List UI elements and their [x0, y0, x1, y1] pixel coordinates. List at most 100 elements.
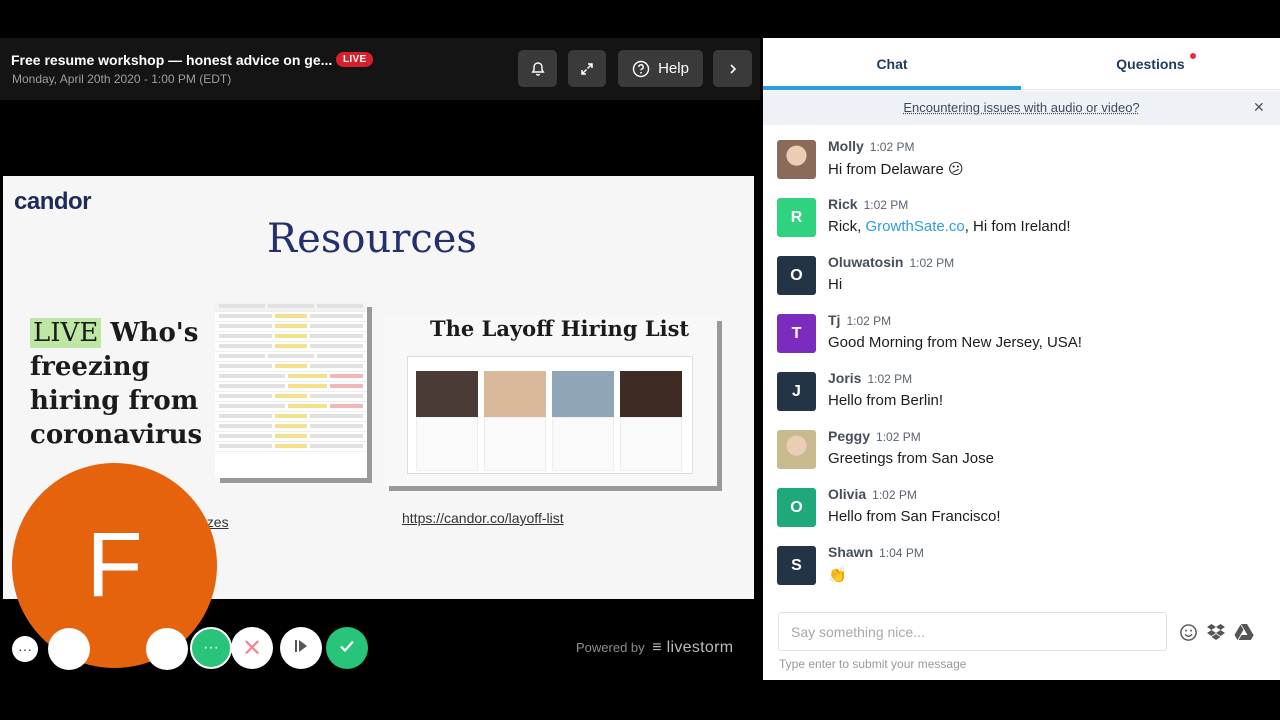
message-timestamp: 1:04 PM — [879, 546, 924, 560]
author-name: Shawn — [828, 544, 874, 560]
message-author: Peggy 1:02 PM — [828, 428, 921, 444]
profile-photo — [552, 371, 614, 417]
accept-button[interactable] — [326, 627, 368, 669]
dropbox-icon[interactable] — [1205, 621, 1227, 643]
message-author: Joris 1:02 PM — [828, 370, 912, 386]
tab-questions[interactable]: Questions — [1021, 38, 1280, 90]
skip-forward-icon — [292, 637, 310, 660]
bell-icon — [530, 61, 546, 77]
message-timestamp: 1:02 PM — [863, 198, 909, 212]
user-avatar[interactable]: S — [777, 546, 816, 585]
question-circle-icon — [632, 60, 650, 78]
author-name: Oluwatosin — [828, 254, 904, 270]
powered-prefix: Powered by — [576, 640, 645, 655]
panel-tabs: Chat Questions — [763, 38, 1280, 90]
event-title: Free resume workshop — honest advice on … — [11, 52, 333, 68]
close-icon: ✕ — [241, 634, 263, 662]
event-date: Monday, April 20th 2020 - 1:00 PM (EDT) — [12, 72, 232, 86]
message-text: Rick, GrowthSate.co, Hi fom Ireland! — [828, 218, 1071, 235]
message-input[interactable] — [779, 613, 1166, 650]
message-text: Greetings from San Jose — [828, 450, 994, 467]
slide-title: Resources — [267, 216, 477, 262]
composer-hint: Type enter to submit your message — [779, 657, 967, 671]
chat-message: O Oluwatosin 1:02 PM Hi — [777, 254, 1267, 306]
chat-message: R Rick 1:02 PM Rick, GrowthSate.co, Hi fom … — [777, 196, 1267, 248]
message-timestamp: 1:02 PM — [869, 140, 915, 154]
chat-message: J Joris 1:02 PM Hello from Berlin! — [777, 370, 1267, 422]
user-avatar[interactable]: T — [777, 314, 816, 353]
emoji-icon[interactable] — [1177, 621, 1199, 643]
collapse-panel-button[interactable] — [713, 50, 752, 87]
message-author: Shawn 1:04 PM — [828, 544, 924, 560]
layoff-list-title: The Layoff Hiring List — [430, 316, 690, 341]
google-drive-icon[interactable] — [1233, 621, 1255, 643]
message-text: Hi — [828, 276, 843, 293]
chat-message: Molly 1:02 PM Hi from Delaware 😕 — [777, 138, 1267, 190]
av-issues-banner: Encountering issues with audio or video?… — [763, 91, 1280, 125]
message-text: Hello from Berlin! — [828, 392, 944, 409]
message-author: Olivia 1:02 PM — [828, 486, 917, 502]
powered-by: Powered by ≡ livestorm — [576, 639, 733, 657]
notifications-button[interactable] — [518, 50, 557, 87]
help-label: Help — [658, 60, 689, 77]
author-name: Tj — [828, 312, 841, 328]
message-text: Hello from San Francisco! — [828, 508, 1001, 525]
event-header: Free resume workshop — honest advice on … — [0, 38, 760, 100]
message-timestamp: 1:02 PM — [867, 372, 913, 386]
user-avatar[interactable]: O — [777, 488, 816, 527]
message-author: Oluwatosin 1:02 PM — [828, 254, 954, 270]
fullscreen-button[interactable] — [568, 50, 606, 87]
tab-chat[interactable]: Chat — [763, 38, 1021, 90]
user-avatar[interactable]: R — [777, 198, 816, 237]
author-name: Molly — [828, 138, 864, 154]
message-timestamp: 1:02 PM — [876, 430, 921, 444]
message-text-part: Rick, — [828, 218, 866, 235]
article-live-tag: LIVE — [30, 318, 102, 348]
ellipsis-icon: ··· — [203, 639, 219, 656]
author-name: Peggy — [828, 428, 871, 444]
skip-button[interactable] — [280, 627, 322, 669]
chat-message: S Shawn 1:04 PM 👏 — [777, 544, 1267, 596]
message-link[interactable]: GrowthSate.co — [866, 218, 965, 235]
chevron-right-icon — [727, 63, 739, 75]
chat-control-button[interactable]: ··· — [190, 627, 232, 669]
chat-message: O Olivia 1:02 PM Hello from San Francisco! — [777, 486, 1267, 538]
message-author: Rick 1:02 PM — [828, 196, 908, 212]
control-button[interactable] — [48, 628, 90, 670]
message-composer — [778, 612, 1167, 651]
layoff-list-link[interactable]: https://candor.co/layoff-list — [402, 510, 564, 526]
user-avatar[interactable] — [777, 140, 816, 179]
user-avatar[interactable] — [777, 430, 816, 469]
checkmark-icon — [338, 637, 356, 660]
presenter-avatar: F — [12, 463, 217, 668]
livestorm-brand-text: livestorm — [666, 639, 734, 656]
message-author: Molly 1:02 PM — [828, 138, 914, 154]
profile-card — [620, 417, 682, 471]
message-text-part: , Hi fom Ireland! — [964, 218, 1071, 235]
user-avatar[interactable]: J — [777, 372, 816, 411]
profile-photo — [416, 371, 478, 417]
message-timestamp: 1:02 PM — [846, 314, 892, 328]
message-timestamp: 1:02 PM — [872, 488, 917, 502]
reject-button[interactable]: ✕ — [231, 627, 273, 669]
author-name: Olivia — [828, 486, 867, 502]
message-text: 👏 — [828, 567, 847, 584]
control-button[interactable] — [146, 628, 188, 670]
close-icon[interactable]: ✕ — [1253, 99, 1265, 116]
user-avatar[interactable]: O — [777, 256, 816, 295]
chat-panel: Chat Questions Encountering issues with … — [763, 38, 1280, 680]
message-text: Good Morning from New Jersey, USA! — [828, 334, 1082, 351]
slide-logo: candor — [14, 188, 92, 215]
author-name: Rick — [828, 196, 858, 212]
more-options-button[interactable]: ··· — [12, 636, 38, 662]
chat-message: Peggy 1:02 PM Greetings from San Jose — [777, 428, 1267, 480]
active-tab-indicator — [763, 86, 1021, 90]
author-name: Joris — [828, 370, 862, 386]
help-button[interactable]: Help — [618, 50, 703, 87]
av-issues-link[interactable]: Encountering issues with audio or video? — [763, 100, 1280, 115]
livestorm-logo: ≡ livestorm — [652, 639, 734, 656]
chat-message: T Tj 1:02 PM Good Morning from New Jersey, … — [777, 312, 1267, 364]
profile-card — [484, 417, 546, 471]
profile-card — [416, 417, 478, 471]
layoff-list-preview — [407, 356, 693, 474]
